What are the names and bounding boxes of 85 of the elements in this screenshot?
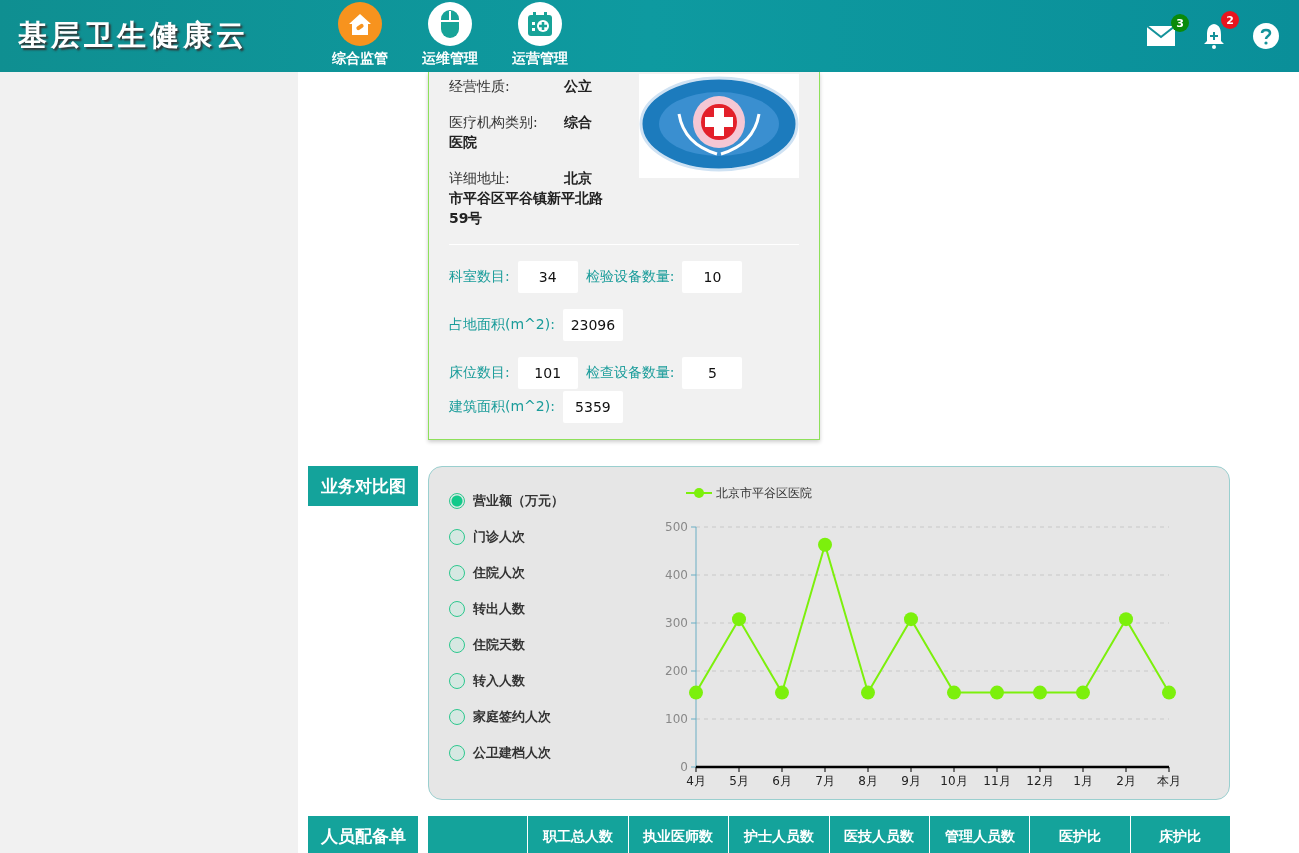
data-point — [732, 612, 746, 627]
count-badge: 3 — [1171, 14, 1189, 32]
stat-label: 床位数目: — [449, 364, 510, 382]
nav-item[interactable]: 综合监管 — [324, 2, 396, 68]
app-title: 基层卫生健康云 — [18, 17, 250, 54]
radio-button[interactable] — [449, 745, 465, 761]
info-field: 医疗机构类别: 综合医院 — [449, 112, 604, 152]
radio-button[interactable] — [449, 565, 465, 581]
mouse-icon — [439, 9, 461, 39]
stat-label: 建筑面积(m^2): — [449, 398, 555, 416]
data-point — [861, 685, 875, 700]
stat-label: 科室数目: — [449, 268, 510, 286]
envelope-icon — [1147, 26, 1175, 46]
data-point — [947, 685, 961, 700]
radio-button[interactable] — [449, 637, 465, 653]
data-point — [1162, 685, 1176, 700]
data-point — [775, 685, 789, 700]
stat-label: 检验设备数量: — [585, 268, 675, 286]
radio-option[interactable]: 转出人数 — [449, 599, 644, 619]
radio-option[interactable]: 住院人次 — [449, 563, 644, 583]
y-tick-label: 500 — [665, 520, 688, 534]
x-tick-label: 10月 — [940, 774, 968, 788]
radio-button[interactable] — [449, 601, 465, 617]
stat-value: 101 — [517, 357, 578, 389]
nav-item[interactable]: 运营管理 — [504, 2, 576, 68]
nav-item[interactable]: 运维管理 — [414, 2, 486, 68]
stat-label: 占地面积(m^2): — [449, 316, 555, 334]
y-tick-label: 0 — [680, 760, 688, 774]
chart-legend: 北京市平谷区医院 — [685, 486, 812, 500]
data-point — [689, 685, 703, 700]
section-title: 业务对比图 — [308, 466, 418, 506]
y-tick-label: 200 — [665, 664, 688, 678]
help-icon — [1253, 23, 1279, 49]
x-tick-label: 7月 — [815, 774, 835, 788]
x-tick-label: 9月 — [901, 774, 921, 788]
column-header: 职工总人数 — [527, 816, 628, 853]
bell-icon — [1203, 23, 1225, 49]
data-point — [818, 537, 832, 552]
help-button[interactable] — [1251, 21, 1281, 51]
count-badge: 2 — [1221, 11, 1239, 29]
radio-option[interactable]: 门诊人次 — [449, 527, 644, 547]
radio-option[interactable]: 转入人数 — [449, 671, 644, 691]
radio-option[interactable]: 公卫建档人次 — [449, 743, 644, 763]
radio-option[interactable]: 家庭签约人次 — [449, 707, 644, 727]
info-field: 经营性质: 公立 — [449, 76, 604, 96]
y-tick-label: 400 — [665, 568, 688, 582]
radio-button[interactable] — [449, 709, 465, 725]
x-tick-label: 11月 — [983, 774, 1011, 788]
x-tick-label: 12月 — [1026, 774, 1054, 788]
stat-value: 5359 — [562, 391, 623, 423]
stat-value: 34 — [517, 261, 578, 293]
stat-label: 检查设备数量: — [585, 364, 675, 382]
info-field: 详细地址: 北京市平谷区平谷镇新平北路59号 — [449, 168, 604, 228]
column-header: 医护比 — [1029, 816, 1130, 853]
radio-button[interactable] — [449, 673, 465, 689]
radio-button[interactable] — [449, 493, 465, 509]
mail-button[interactable] — [1145, 24, 1177, 48]
column-header: 护士人员数 — [728, 816, 829, 853]
data-point — [990, 685, 1004, 700]
section-title: 人员配备单 — [308, 816, 418, 853]
column-header: 医技人员数 — [828, 816, 929, 853]
x-tick-label: 1月 — [1073, 774, 1093, 788]
x-tick-label: 2月 — [1116, 774, 1136, 788]
x-tick-label: 5月 — [729, 774, 749, 788]
y-tick-label: 100 — [665, 712, 688, 726]
legend-label: 北京市平谷区医院 — [716, 486, 812, 500]
y-tick-label: 300 — [665, 616, 688, 630]
data-point — [1033, 685, 1047, 700]
stat-value: 5 — [682, 357, 743, 389]
radio-option[interactable]: 营业额（万元） — [449, 491, 644, 511]
x-tick-label: 本月 — [1157, 774, 1181, 788]
stat-value: 23096 — [562, 309, 623, 341]
x-tick-label: 4月 — [686, 774, 706, 788]
column-header: 执业医师数 — [627, 816, 729, 853]
radio-option[interactable]: 住院天数 — [449, 635, 644, 655]
data-point — [1119, 612, 1133, 627]
x-tick-label: 8月 — [858, 774, 878, 788]
data-point — [904, 612, 918, 627]
stat-value: 10 — [682, 261, 743, 293]
column-header: 管理人员数 — [928, 816, 1030, 853]
data-point — [1076, 685, 1090, 700]
radio-button[interactable] — [449, 529, 465, 545]
column-header: 床护比 — [1129, 816, 1230, 853]
calendar-icon — [526, 10, 554, 38]
x-tick-label: 6月 — [772, 774, 792, 788]
